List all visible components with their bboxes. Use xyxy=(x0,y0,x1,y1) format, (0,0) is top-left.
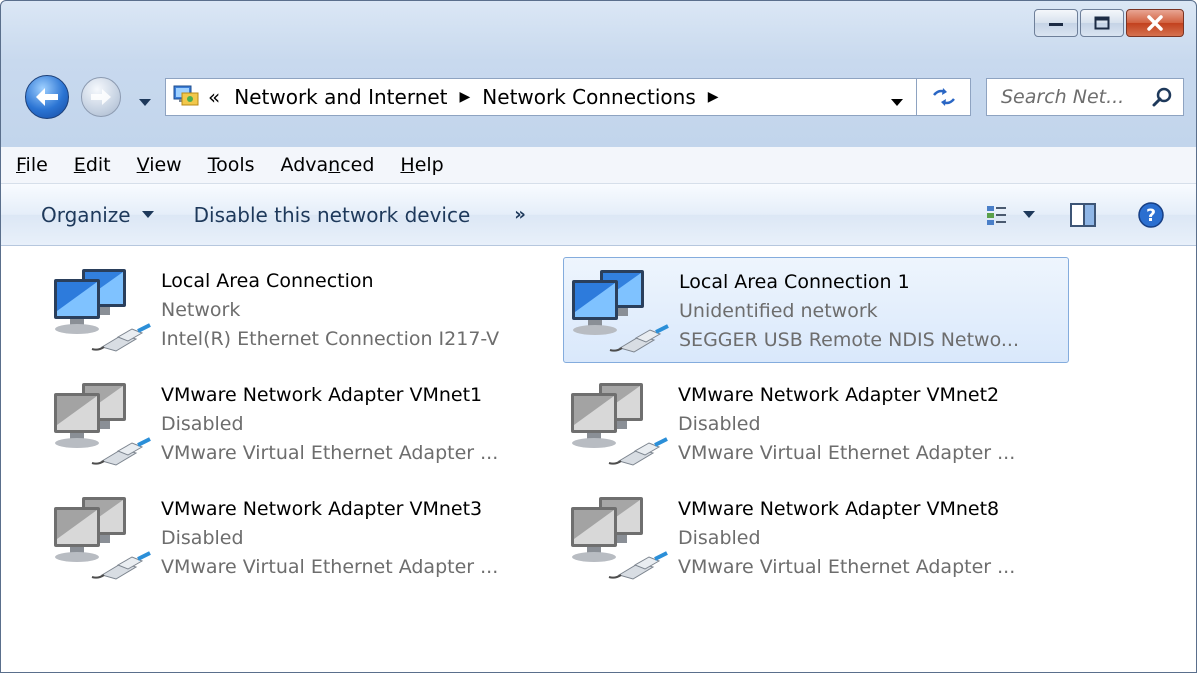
network-adapter-disabled-icon xyxy=(54,497,151,580)
organize-button[interactable]: Organize xyxy=(41,203,155,227)
minimize-icon xyxy=(1049,23,1063,26)
chevron-down-icon xyxy=(891,99,903,106)
connection-name: VMware Network Adapter VMnet8 xyxy=(678,498,1000,520)
search-input[interactable]: Search Net... xyxy=(986,78,1184,116)
back-button[interactable] xyxy=(25,75,69,119)
svg-text:?: ? xyxy=(1146,206,1156,226)
breadcrumb-separator-icon[interactable]: ▶ xyxy=(708,89,719,105)
menu-edit[interactable]: Edit xyxy=(74,154,111,176)
search-icon[interactable] xyxy=(1151,86,1173,108)
connection-status: Disabled xyxy=(678,413,761,435)
forward-arrow-icon xyxy=(91,89,111,105)
maximize-icon xyxy=(1094,16,1110,30)
network-adapter-disabled-icon xyxy=(54,383,151,466)
connection-device: VMware Virtual Ethernet Adapter ... xyxy=(678,556,1016,578)
change-view-icon[interactable] xyxy=(986,204,1008,226)
help-icon[interactable]: ? xyxy=(1138,201,1164,228)
connection-item-local-area-connection[interactable]: Local Area Connection Network Intel(R) E… xyxy=(46,257,558,367)
recent-pages-dropdown[interactable] xyxy=(138,93,152,112)
connection-name: Local Area Connection xyxy=(161,270,374,292)
connection-status: Disabled xyxy=(678,527,761,549)
navigation-bar: « Network and Internet ▶ Network Connect… xyxy=(1,71,1196,131)
connection-status: Network xyxy=(161,299,241,321)
breadcrumb-separator-icon[interactable]: ▶ xyxy=(460,89,471,105)
preview-pane-icon[interactable] xyxy=(1070,202,1096,227)
organize-label: Organize xyxy=(41,202,131,227)
network-folder-icon xyxy=(173,85,199,106)
address-history-dropdown[interactable] xyxy=(890,93,904,112)
connection-name: VMware Network Adapter VMnet1 xyxy=(161,384,483,406)
connection-name: VMware Network Adapter VMnet2 xyxy=(678,384,1000,406)
forward-button[interactable] xyxy=(81,77,121,117)
menu-tools[interactable]: Tools xyxy=(208,154,255,176)
close-icon xyxy=(1147,15,1163,31)
connection-item-vmnet1[interactable]: VMware Network Adapter VMnet1 Disabled V… xyxy=(46,371,558,481)
search-placeholder: Search Net... xyxy=(1001,86,1125,108)
connection-status: Unidentified network xyxy=(679,300,878,322)
view-controls: ? xyxy=(986,184,1196,245)
disable-device-label: Disable this network device xyxy=(193,202,471,227)
breadcrumb-overflow[interactable]: « xyxy=(208,85,220,109)
back-arrow-icon xyxy=(36,88,58,106)
refresh-icon xyxy=(932,88,955,106)
address-bar[interactable]: « Network and Internet ▶ Network Connect… xyxy=(165,78,917,116)
connection-item-vmnet3[interactable]: VMware Network Adapter VMnet3 Disabled V… xyxy=(46,485,558,595)
network-adapter-icon xyxy=(54,269,151,352)
connection-status: Disabled xyxy=(161,413,244,435)
connection-device: VMware Virtual Ethernet Adapter ... xyxy=(161,556,499,578)
connection-name: VMware Network Adapter VMnet3 xyxy=(161,498,483,520)
connection-name: Local Area Connection 1 xyxy=(679,271,910,293)
menu-advanced[interactable]: Advanced xyxy=(281,154,375,176)
disable-device-button[interactable]: Disable this network device xyxy=(194,203,471,227)
menu-help[interactable]: Help xyxy=(400,154,443,176)
explorer-window: « Network and Internet ▶ Network Connect… xyxy=(0,0,1197,673)
network-adapter-disabled-icon xyxy=(571,383,668,466)
refresh-button[interactable] xyxy=(917,78,971,116)
connection-status: Disabled xyxy=(161,527,244,549)
chevron-down-icon xyxy=(139,99,151,106)
chevron-down-icon[interactable] xyxy=(1022,210,1036,220)
breadcrumb-network-and-internet[interactable]: Network and Internet xyxy=(234,85,447,109)
connection-device: VMware Virtual Ethernet Adapter ... xyxy=(678,442,1016,464)
menu-bar: File Edit View Tools Advanced Help xyxy=(1,147,1196,184)
command-bar: Organize Disable this network device » ? xyxy=(1,184,1196,246)
menu-file[interactable]: File xyxy=(16,154,48,176)
network-adapter-icon xyxy=(572,270,669,353)
close-button[interactable] xyxy=(1126,9,1184,37)
chevron-down-icon xyxy=(141,210,154,218)
caption-buttons xyxy=(1034,9,1184,37)
connection-item-vmnet8[interactable]: VMware Network Adapter VMnet8 Disabled V… xyxy=(563,485,1075,595)
breadcrumb-network-connections[interactable]: Network Connections xyxy=(482,85,695,109)
network-adapter-disabled-icon xyxy=(571,497,668,580)
connections-list: Local Area Connection Network Intel(R) E… xyxy=(1,246,1196,672)
more-commands-button[interactable]: » xyxy=(514,204,526,225)
connection-device: Intel(R) Ethernet Connection I217-V xyxy=(161,328,500,350)
connection-item-local-area-connection-1[interactable]: Local Area Connection 1 Unidentified net… xyxy=(563,257,1069,363)
maximize-button[interactable] xyxy=(1080,9,1124,37)
menu-view[interactable]: View xyxy=(137,154,182,176)
connection-item-vmnet2[interactable]: VMware Network Adapter VMnet2 Disabled V… xyxy=(563,371,1075,481)
minimize-button[interactable] xyxy=(1034,9,1078,37)
connection-device: VMware Virtual Ethernet Adapter ... xyxy=(161,442,499,464)
connection-device: SEGGER USB Remote NDIS Netwo... xyxy=(679,329,1019,351)
